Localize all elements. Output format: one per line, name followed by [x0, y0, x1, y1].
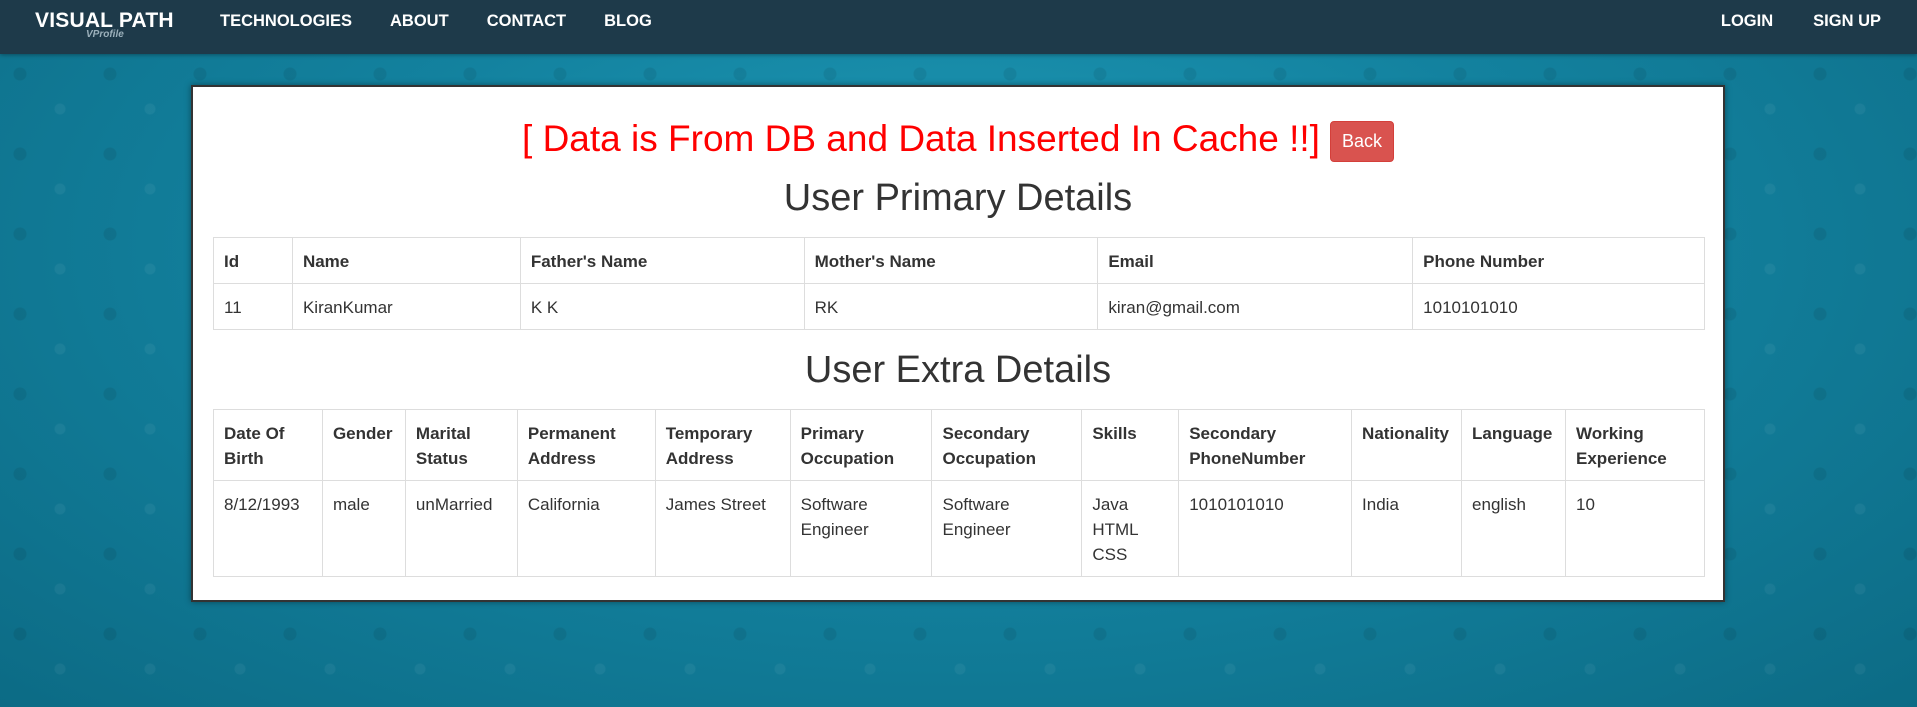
table-cell: India: [1351, 480, 1463, 577]
cell-line: California: [527, 495, 600, 514]
nav-link-technologies[interactable]: TECHNOLOGIES: [220, 12, 352, 31]
extra-details-table: Date Of Birth Gender Marital Status Permanent…: [213, 409, 1705, 577]
header-line: Language: [1472, 424, 1553, 443]
cell-line: HTML: [1092, 520, 1139, 539]
back-button[interactable]: Back: [1329, 120, 1394, 162]
cell-line: James Street: [665, 495, 766, 514]
cell-id: 11: [213, 283, 293, 330]
cell-phone: 1010101010: [1412, 283, 1705, 330]
table-cell: male: [321, 480, 406, 577]
column-header: Working Experience: [1565, 409, 1705, 481]
header-line: Occupation: [800, 449, 895, 468]
table-cell: California: [516, 480, 656, 577]
column-header: Gender: [321, 409, 406, 481]
header-line: Nationality: [1362, 424, 1449, 443]
table-cell: 1010101010: [1178, 480, 1353, 577]
header-line: Birth: [224, 449, 264, 468]
column-header: Temporary Address: [654, 409, 791, 481]
header-line: PhoneNumber: [1189, 449, 1306, 468]
nav-link-blog[interactable]: BLOG: [604, 12, 652, 31]
banner-row: [ Data is From DB and Data Inserted In C…: [193, 114, 1723, 164]
header-line: Permanent: [527, 424, 616, 443]
column-header: Name: [291, 237, 521, 284]
header-line: Temporary: [665, 424, 753, 443]
header-line: Marital: [415, 424, 471, 443]
column-header: Primary Occupation: [789, 409, 933, 481]
header-line: Working: [1576, 424, 1644, 443]
column-header: Nationality: [1351, 409, 1463, 481]
cell-email: kiran@gmail.com: [1097, 283, 1414, 330]
column-header: Mother's Name: [803, 237, 1099, 284]
nav-link-login[interactable]: LOGIN: [1721, 12, 1773, 31]
primary-details-title: User Primary Details: [783, 177, 1133, 219]
cell-line: Software: [800, 495, 868, 514]
column-header: Secondary PhoneNumber: [1178, 409, 1353, 481]
column-header: Permanent Address: [516, 409, 656, 481]
cell-line: Software: [942, 495, 1010, 514]
header-line: Gender: [332, 424, 393, 443]
header-line: Experience: [1576, 449, 1667, 468]
cell-line: Engineer: [800, 520, 869, 539]
table-cell: english: [1461, 480, 1567, 577]
primary-details-table: Id Name Father's Name Mother's Name Emai…: [213, 237, 1705, 330]
table-cell: unMarried: [404, 480, 518, 577]
nav-left-links: TECHNOLOGIES ABOUT CONTACT BLOG: [220, 0, 690, 42]
header-line: Secondary: [942, 424, 1030, 443]
column-header: Skills: [1081, 409, 1180, 481]
details-panel: [ Data is From DB and Data Inserted In C…: [191, 85, 1725, 602]
column-header: Email: [1097, 237, 1414, 284]
cell-mother-name: RK: [803, 283, 1099, 330]
nav-right-links: LOGIN SIGN UP: [1681, 0, 1881, 42]
cache-status-message: [ Data is From DB and Data Inserted In C…: [522, 118, 1320, 159]
cell-line: unMarried: [415, 495, 493, 514]
cell-father-name: K K: [519, 283, 805, 330]
header-line: Address: [665, 449, 734, 468]
top-navbar: VISUAL PATH VProfile TECHNOLOGIES ABOUT …: [0, 0, 1917, 54]
table-header-row: Date Of Birth Gender Marital Status Permanent…: [213, 409, 1705, 481]
header-line: Date Of: [224, 424, 285, 443]
cell-line: 8/12/1993: [224, 495, 300, 514]
nav-link-contact[interactable]: CONTACT: [487, 12, 566, 31]
column-header: Language: [1461, 409, 1567, 481]
header-line: Occupation: [942, 449, 1036, 468]
column-header: Marital Status: [404, 409, 518, 481]
column-header: Id: [213, 237, 293, 284]
header-line: Address: [527, 449, 596, 468]
nav-link-signup[interactable]: SIGN UP: [1813, 12, 1881, 31]
nav-link-about[interactable]: ABOUT: [390, 12, 449, 31]
table-cell: 8/12/1993: [213, 480, 323, 577]
table-row: 11 KiranKumar K K RK kiran@gmail.com 101…: [213, 283, 1705, 330]
column-header: Phone Number: [1412, 237, 1705, 284]
cell-line: India: [1362, 495, 1399, 514]
table-header-row: Id Name Father's Name Mother's Name Emai…: [213, 237, 1705, 284]
header-line: Secondary: [1189, 424, 1277, 443]
header-line: Status: [415, 449, 468, 468]
column-header: Secondary Occupation: [931, 409, 1083, 481]
table-cell: James Street: [654, 480, 791, 577]
cell-name: KiranKumar: [291, 283, 521, 330]
cell-line: Java: [1092, 495, 1129, 514]
brand-subtitle: VProfile: [86, 29, 124, 40]
cell-line: CSS: [1092, 545, 1128, 564]
cell-line: male: [332, 495, 370, 514]
table-cell: Software Engineer: [789, 480, 933, 577]
cell-line: Engineer: [942, 520, 1011, 539]
table-cell: Software Engineer: [931, 480, 1083, 577]
cell-line: 1010101010: [1189, 495, 1284, 514]
header-line: Skills: [1092, 424, 1137, 443]
table-row: 8/12/1993 male unMarried California James St…: [213, 480, 1705, 577]
column-header: Date Of Birth: [213, 409, 323, 481]
table-cell: 10: [1565, 480, 1705, 577]
cell-line: 10: [1576, 495, 1595, 514]
extra-details-title: User Extra Details: [804, 349, 1112, 391]
table-cell: Java HTML CSS: [1081, 480, 1180, 577]
header-line: Primary: [800, 424, 864, 443]
cell-line: english: [1472, 495, 1526, 514]
column-header: Father's Name: [519, 237, 805, 284]
